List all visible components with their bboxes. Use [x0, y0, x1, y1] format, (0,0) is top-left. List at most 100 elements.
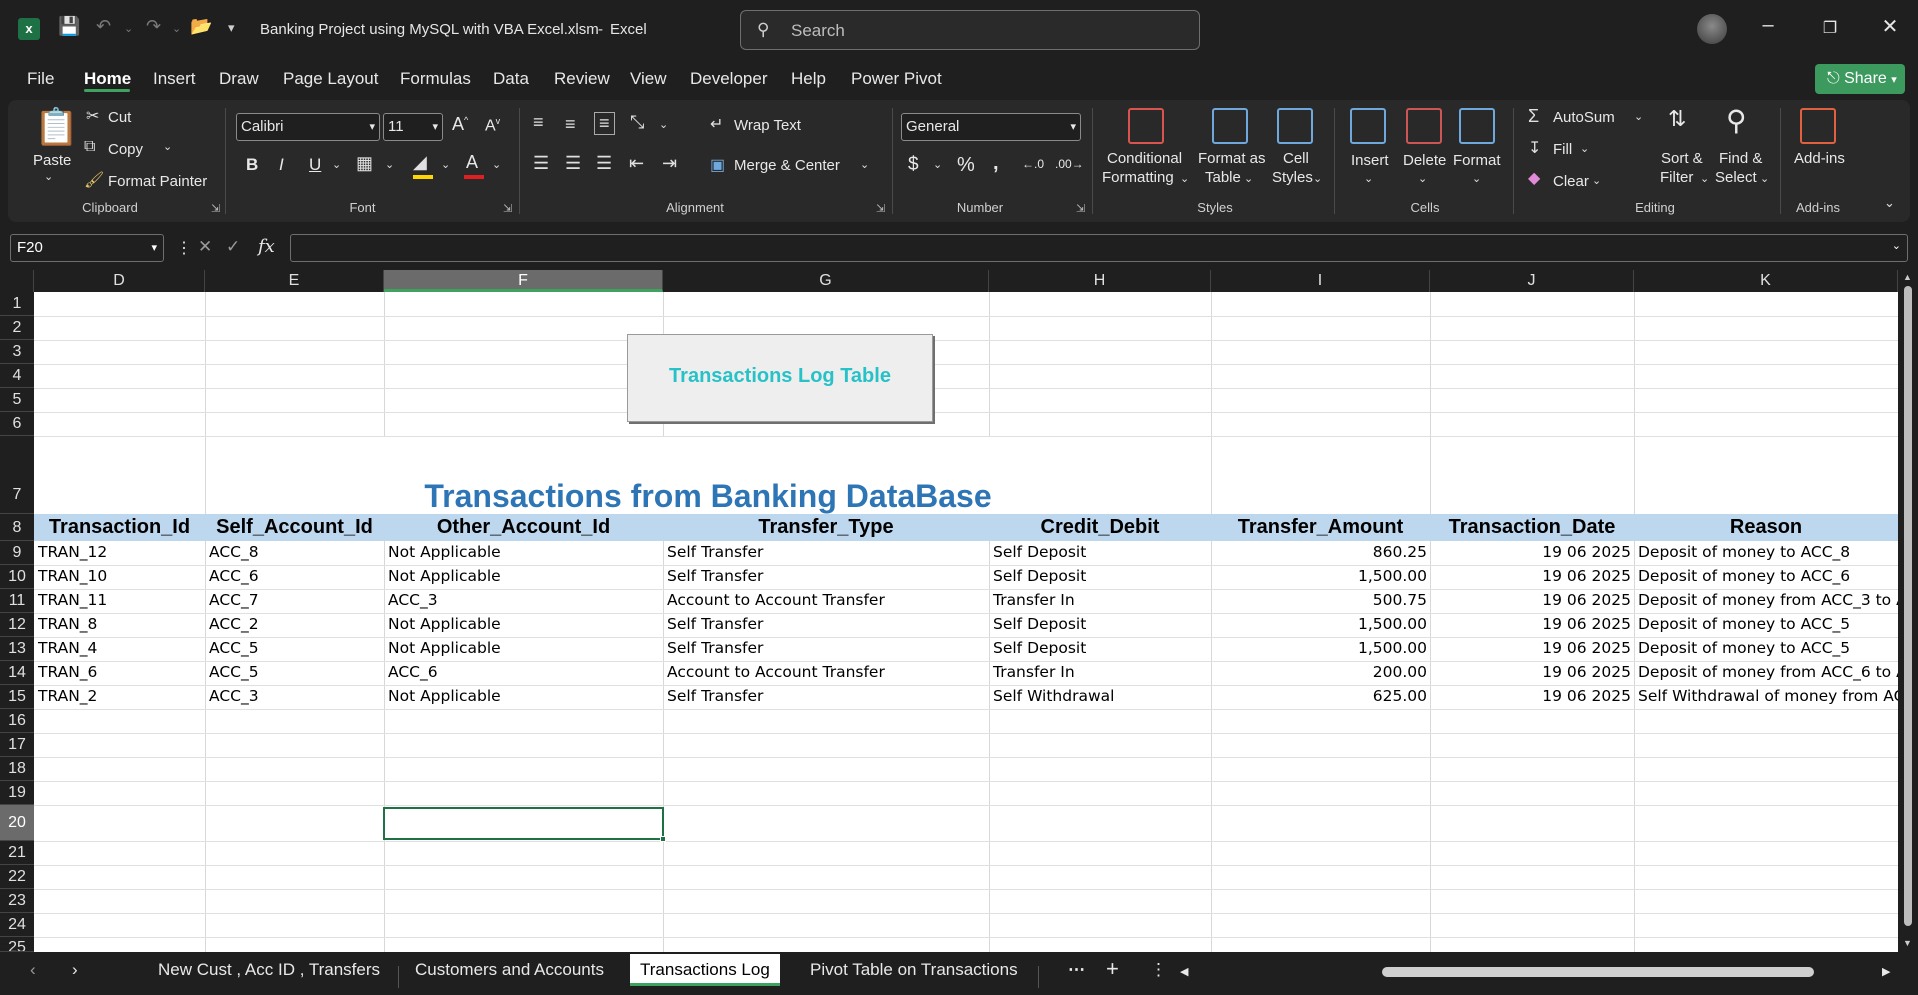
row-header[interactable]: 17: [0, 733, 34, 757]
row-header[interactable]: 4: [0, 364, 34, 388]
cancel-entry-icon[interactable]: ✕: [198, 237, 212, 257]
format-painter-button[interactable]: Format Painter: [108, 173, 207, 190]
increase-decimal-icon[interactable]: ←.0: [1022, 157, 1044, 171]
cell-transfer-amount[interactable]: 200.00: [1211, 663, 1430, 681]
cell-transaction-date[interactable]: 19 06 2025: [1430, 591, 1634, 609]
minimize-icon[interactable]: –: [1748, 14, 1788, 37]
cell-reason[interactable]: Deposit of money to ACC_6: [1634, 567, 1898, 585]
decrease-font-size-icon[interactable]: Av: [485, 116, 500, 135]
cell-self-account-id[interactable]: ACC_8: [205, 543, 384, 561]
header-reason[interactable]: Reason: [1634, 514, 1898, 541]
underline-button[interactable]: U: [309, 155, 321, 175]
cell-transaction-date[interactable]: 19 06 2025: [1430, 615, 1634, 633]
tab-formulas[interactable]: Formulas: [400, 69, 471, 89]
prev-sheet-icon[interactable]: ‹: [30, 960, 36, 980]
tab-view[interactable]: View: [630, 69, 667, 89]
vertical-scrollbar[interactable]: ▲ ▼: [1898, 270, 1918, 952]
restore-icon[interactable]: ❐: [1810, 18, 1850, 38]
conditional-formatting-line2[interactable]: Formatting: [1102, 169, 1174, 186]
column-header-f[interactable]: F: [384, 270, 663, 292]
row-header[interactable]: 13: [0, 637, 34, 661]
active-cell-selection[interactable]: [383, 807, 666, 842]
cell-credit-debit[interactable]: Self Deposit: [989, 567, 1211, 585]
row-header[interactable]: 22: [0, 865, 34, 889]
row-header[interactable]: 16: [0, 709, 34, 733]
autosum-button[interactable]: AutoSum: [1553, 109, 1615, 126]
header-credit-debit[interactable]: Credit_Debit: [989, 514, 1211, 541]
tab-review[interactable]: Review: [554, 69, 610, 89]
expand-formula-icon[interactable]: ⌄: [1892, 239, 1901, 252]
tab-insert[interactable]: Insert: [153, 69, 196, 89]
clear-button[interactable]: Clear: [1553, 173, 1589, 190]
select-all-button[interactable]: [0, 270, 34, 292]
row-header[interactable]: 1: [0, 292, 34, 316]
cell-transaction-date[interactable]: 19 06 2025: [1430, 543, 1634, 561]
search-box[interactable]: ⚲ Search: [740, 10, 1200, 50]
header-transfer-amount[interactable]: Transfer_Amount: [1211, 514, 1430, 541]
scroll-left-icon[interactable]: ◀: [1180, 965, 1188, 978]
format-as-table-line2[interactable]: Table: [1205, 169, 1241, 186]
header-self-account-id[interactable]: Self_Account_Id: [205, 514, 384, 541]
customize-qat-icon[interactable]: ▾: [228, 20, 235, 36]
cell-transfer-type[interactable]: Self Transfer: [663, 567, 989, 585]
row-header[interactable]: 3: [0, 340, 34, 364]
insert-function-icon[interactable]: fx: [258, 236, 275, 257]
cell-other-account-id[interactable]: Not Applicable: [384, 639, 663, 657]
cell-transaction-id[interactable]: TRAN_10: [34, 567, 205, 585]
percent-icon[interactable]: %: [957, 154, 975, 177]
cell-transfer-type[interactable]: Self Transfer: [663, 639, 989, 657]
cell-self-account-id[interactable]: ACC_6: [205, 567, 384, 585]
cell-transfer-type[interactable]: Self Transfer: [663, 615, 989, 633]
redo-icon[interactable]: ↷: [146, 16, 161, 37]
sort-filter-line2[interactable]: Filter: [1660, 169, 1693, 186]
header-transaction-date[interactable]: Transaction_Date: [1430, 514, 1634, 541]
more-options-icon[interactable]: ⋮: [176, 238, 192, 258]
next-sheet-icon[interactable]: ›: [72, 960, 78, 980]
align-center-icon[interactable]: ☰: [565, 153, 581, 174]
orientation-dropdown-icon[interactable]: ⌄: [659, 118, 668, 131]
paste-icon[interactable]: 📋: [34, 106, 79, 148]
cell-other-account-id[interactable]: Not Applicable: [384, 543, 663, 561]
cell-credit-debit[interactable]: Transfer In: [989, 591, 1211, 609]
sheet-tab-new-cust[interactable]: New Cust , Acc ID , Transfers: [158, 960, 380, 980]
number-launcher-icon[interactable]: ⇲: [1076, 202, 1085, 215]
align-middle-icon[interactable]: ≡: [565, 114, 576, 135]
cell-styles-line2[interactable]: Styles: [1272, 169, 1313, 186]
conditional-formatting-line1[interactable]: Conditional: [1107, 150, 1182, 167]
worksheet-grid[interactable]: D E F G H I J K 1 2 3 4 5 6 7 8 9 10 11 …: [0, 270, 1918, 952]
row-header[interactable]: 19: [0, 781, 34, 805]
row-header[interactable]: 14: [0, 661, 34, 685]
row-header[interactable]: 24: [0, 913, 34, 937]
vertical-scroll-thumb[interactable]: [1904, 286, 1912, 926]
font-size-select[interactable]: 11 ▾: [383, 113, 443, 141]
row-header[interactable]: 9: [0, 541, 34, 565]
row-header[interactable]: 7: [0, 436, 34, 514]
avatar[interactable]: [1697, 14, 1727, 44]
column-header-j[interactable]: J: [1430, 270, 1634, 292]
scroll-up-icon[interactable]: ▲: [1903, 272, 1912, 282]
italic-button[interactable]: I: [279, 155, 284, 175]
wrap-text-button[interactable]: Wrap Text: [734, 117, 801, 134]
underline-dropdown-icon[interactable]: ⌄: [332, 158, 341, 171]
undo-icon[interactable]: ↶: [96, 16, 111, 37]
cell-transfer-amount[interactable]: 860.25: [1211, 543, 1430, 561]
open-folder-icon[interactable]: 📂: [190, 16, 212, 37]
cell-transaction-date[interactable]: 19 06 2025: [1430, 663, 1634, 681]
tab-home[interactable]: Home: [84, 69, 131, 89]
cell-transaction-id[interactable]: TRAN_6: [34, 663, 205, 681]
fill-color-icon[interactable]: ◢: [413, 152, 427, 173]
merge-dropdown-icon[interactable]: ⌄: [860, 158, 869, 171]
fill-handle[interactable]: [660, 836, 666, 842]
cell-credit-debit[interactable]: Self Deposit: [989, 615, 1211, 633]
tab-developer[interactable]: Developer: [690, 69, 768, 89]
clipboard-launcher-icon[interactable]: ⇲: [211, 202, 220, 215]
formula-input[interactable]: ⌄: [290, 234, 1908, 262]
cell-transfer-amount[interactable]: 1,500.00: [1211, 639, 1430, 657]
row-header[interactable]: 25: [0, 937, 34, 952]
cell-self-account-id[interactable]: ACC_2: [205, 615, 384, 633]
transactions-log-table-button[interactable]: Transactions Log Table: [627, 334, 933, 422]
row-header[interactable]: 23: [0, 889, 34, 913]
merge-center-button[interactable]: Merge & Center: [734, 157, 840, 174]
cell-credit-debit[interactable]: Transfer In: [989, 663, 1211, 681]
row-header[interactable]: 2: [0, 316, 34, 340]
